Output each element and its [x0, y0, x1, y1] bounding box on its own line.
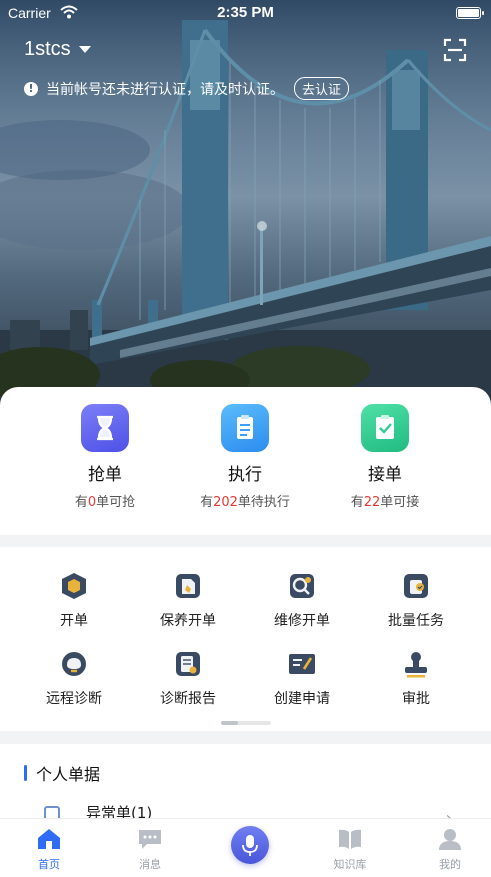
book-icon: [339, 829, 361, 849]
quick-action-subtext: 有0单可抢: [74, 495, 136, 510]
function-batch-task[interactable]: 批量任务: [356, 571, 476, 630]
section-title: 个人单据: [24, 761, 100, 785]
function-label: 批量任务: [388, 613, 444, 629]
profile-icon: [439, 829, 461, 850]
quick-action-label: 抢单: [88, 465, 122, 485]
bottom-tab-bar: 首页 消息 知识库 我的: [0, 818, 491, 877]
clock-label: 2:35 PM: [217, 4, 274, 21]
account-selector[interactable]: 1stcs: [24, 38, 91, 61]
remote-diagnosis-icon: [62, 652, 86, 676]
status-bar: Carrier 2:35 PM: [0, 0, 491, 26]
function-label: 诊断报告: [160, 691, 216, 707]
home-icon: [38, 829, 60, 849]
page-indicator: [221, 721, 271, 725]
tab-home[interactable]: 首页: [14, 827, 84, 872]
execute-count: 202: [213, 495, 238, 510]
function-grid: 开单 保养开单 维修开单 批量任务 远程诊断 诊断报告 创建申请 审批: [0, 547, 491, 731]
function-open-order[interactable]: 开单: [14, 571, 134, 630]
function-label: 维修开单: [274, 613, 330, 629]
function-label: 远程诊断: [46, 691, 102, 707]
repair-search-icon: [290, 574, 314, 598]
function-label: 开单: [60, 613, 88, 629]
maintenance-doc-icon: [176, 574, 200, 598]
accept-count: 22: [363, 495, 381, 510]
function-label: 创建申请: [274, 691, 330, 707]
microphone-icon: [242, 835, 258, 856]
function-maintenance-order[interactable]: 保养开单: [128, 571, 248, 630]
hourglass-icon: [81, 404, 129, 452]
message-icon: [139, 830, 161, 849]
report-icon: [176, 652, 200, 676]
quick-action-label: 接单: [368, 465, 402, 485]
quick-action-execute[interactable]: 执行 有202单待执行: [165, 404, 325, 510]
hexagon-icon: [62, 573, 86, 599]
quick-action-label: 执行: [228, 465, 262, 485]
verify-button[interactable]: 去认证: [294, 77, 350, 100]
warning-icon: !: [24, 81, 38, 96]
function-label: 审批: [402, 691, 430, 707]
clipboard-icon: [221, 404, 269, 452]
function-remote-diagnosis[interactable]: 远程诊断: [14, 649, 134, 708]
battery-icon: [456, 7, 484, 19]
tab-knowledge-base[interactable]: 知识库: [315, 827, 385, 872]
scan-icon[interactable]: [443, 38, 467, 62]
quick-action-grab-order[interactable]: 抢单 有0单可抢: [25, 404, 185, 510]
stamp-icon: [405, 652, 427, 678]
create-request-icon: [289, 654, 315, 674]
quick-action-subtext: 有202单待执行: [200, 495, 290, 510]
function-label: 保养开单: [160, 613, 216, 629]
function-repair-order[interactable]: 维修开单: [242, 571, 362, 630]
function-diagnosis-report[interactable]: 诊断报告: [128, 649, 248, 708]
bridge-background-image: [0, 0, 491, 410]
function-create-request[interactable]: 创建申请: [242, 649, 362, 708]
grab-count: 0: [87, 495, 97, 510]
quick-action-subtext: 有22单可接: [350, 495, 420, 510]
verification-notice: ! 当前帐号还未进行认证，请及时认证。 去认证: [24, 77, 350, 100]
notice-text: 当前帐号还未进行认证，请及时认证。: [46, 81, 284, 98]
voice-button[interactable]: [231, 826, 269, 864]
quick-actions-card: 抢单 有0单可抢 执行 有202单待执行 接单 有22单可接: [0, 387, 491, 535]
tab-profile[interactable]: 我的: [415, 827, 485, 872]
quick-action-accept[interactable]: 接单 有22单可接: [305, 404, 465, 510]
personal-documents-section: 个人单据 异常单(1) ›: [0, 744, 491, 827]
batch-task-icon: [404, 574, 428, 598]
function-approval[interactable]: 审批: [356, 649, 476, 708]
account-name: 1stcs: [24, 38, 71, 60]
clipboard-check-icon: [361, 404, 409, 452]
caret-down-icon: [78, 46, 91, 53]
hero-banner: Carrier 2:35 PM 1stcs ! 当前帐号还未进行认证，请及时认证…: [0, 0, 491, 410]
tab-messages[interactable]: 消息: [115, 827, 185, 872]
